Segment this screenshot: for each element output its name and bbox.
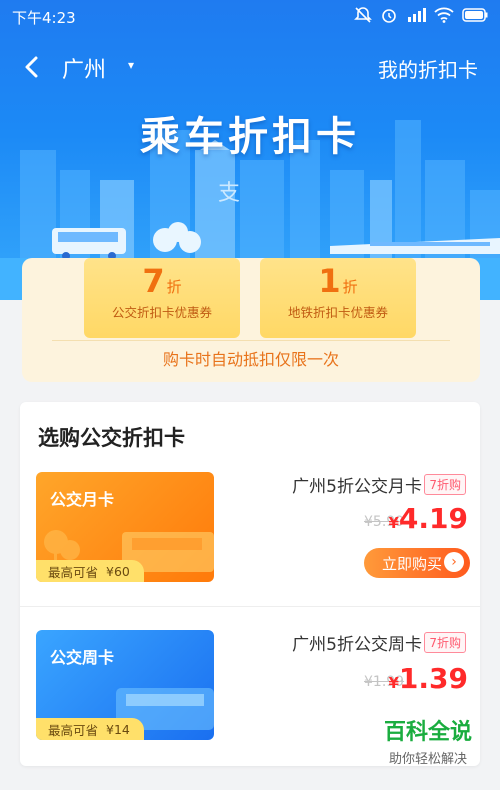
max-saving-badge: 最高可省 ¥14 (36, 718, 144, 740)
discount-tag: 7折购 (424, 474, 466, 495)
coupon-desc: 地铁折扣卡优惠券 (287, 305, 388, 320)
divider (20, 606, 480, 607)
status-bar: 下午4:23 (0, 0, 500, 34)
hero-banner: 下午4:23 广州 ▾ 我的折扣卡 支 乘车折扣卡 (0, 0, 500, 300)
svg-text:支: 支 (218, 181, 240, 206)
alarm-icon (380, 6, 398, 28)
status-icons (354, 6, 488, 28)
coupon-desc: 公交折扣卡优惠券 (111, 305, 212, 320)
current-price: ¥4.19 (388, 502, 468, 535)
current-price: ¥1.39 (388, 662, 468, 695)
weekly-card-image[interactable]: 公交周卡 最高可省 ¥14 (36, 630, 214, 740)
card-name: 公交月卡 (50, 490, 115, 509)
section-title: 选购公交折扣卡 (38, 426, 185, 450)
discount-tag: 7折购 (424, 632, 466, 653)
divider (52, 340, 450, 341)
buy-now-button[interactable]: 立即购买 › (364, 548, 470, 578)
product-name[interactable]: 广州5折公交周卡 (292, 630, 422, 655)
bus-card-section: 选购公交折扣卡 公交月卡 最高可省 ¥60 广州5折公交月卡 7折购 ¥5.99… (20, 402, 480, 766)
coupon-panel: 7折 公交折扣卡优惠券 1折 地铁折扣卡优惠券 购卡时自动抵扣仅限一次 (22, 258, 480, 382)
coupon-value: 7折 (142, 262, 182, 300)
product-name[interactable]: 广州5折公交月卡 (292, 472, 422, 497)
battery-icon (462, 8, 488, 26)
coupon-value: 1折 (318, 262, 358, 300)
coupon-bus: 7折 公交折扣卡优惠券 (84, 258, 240, 338)
chevron-right-icon: › (444, 552, 464, 572)
back-icon[interactable] (18, 50, 48, 84)
card-name: 公交周卡 (50, 648, 115, 667)
mute-icon (354, 6, 372, 28)
status-time: 下午4:23 (12, 8, 76, 27)
coupon-note: 购卡时自动抵扣仅限一次 (162, 350, 339, 369)
coupon-metro: 1折 地铁折扣卡优惠券 (260, 258, 416, 338)
watermark: 百科全说 助你轻松解决 (384, 714, 472, 767)
monthly-card-image[interactable]: 公交月卡 最高可省 ¥60 (36, 472, 214, 582)
city-selector[interactable]: 广州 (62, 52, 106, 84)
page-title: 乘车折扣卡 (140, 114, 360, 160)
chevron-down-icon[interactable]: ▾ (128, 58, 134, 72)
nav-bar: 广州 ▾ 我的折扣卡 (0, 46, 500, 90)
watermark-title: 百科全说 (383, 720, 472, 745)
wifi-icon (434, 7, 454, 27)
watermark-subtitle: 助你轻松解决 (388, 752, 467, 767)
max-saving-badge: 最高可省 ¥60 (36, 560, 144, 582)
signal-icon (406, 7, 426, 27)
my-cards-link[interactable]: 我的折扣卡 (378, 54, 478, 83)
